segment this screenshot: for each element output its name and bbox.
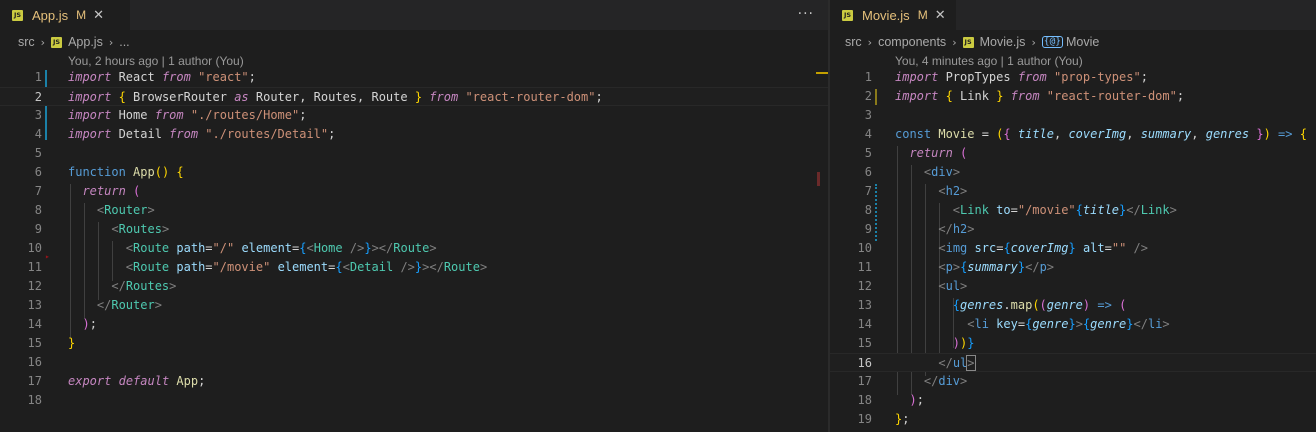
modified-badge: M: [917, 8, 928, 22]
breadcrumb-folder[interactable]: components: [878, 35, 946, 49]
breadcrumb-file[interactable]: Movie.js: [980, 35, 1026, 49]
breadcrumb-folder[interactable]: src: [18, 35, 35, 49]
breadcrumb-file[interactable]: App.js: [68, 35, 103, 49]
code-line[interactable]: 15 ))}: [830, 334, 1316, 353]
breadcrumb: src › JS App.js › ...: [0, 30, 828, 54]
code-line[interactable]: 6 <div>: [830, 163, 1316, 182]
code-line[interactable]: 16: [0, 353, 828, 372]
overview-ruler-marker: [816, 72, 828, 74]
symbol-variable-icon: {@}: [1041, 36, 1064, 48]
code-line[interactable]: 10 <Route path="/" element={<Home />}></…: [0, 239, 828, 258]
code-line[interactable]: 5: [0, 144, 828, 163]
overview-ruler-marker: [817, 172, 820, 186]
close-icon[interactable]: ✕: [935, 8, 946, 23]
more-actions-icon[interactable]: ···: [798, 6, 814, 22]
code-line[interactable]: 14 );: [0, 315, 828, 334]
tab-bar-right: JS Movie.js M ✕: [830, 0, 1316, 30]
code-line-current[interactable]: 16 </ul>: [830, 353, 1316, 372]
breadcrumb-more[interactable]: ...: [119, 35, 129, 49]
code-line[interactable]: 17 </div>: [830, 372, 1316, 391]
chevron-right-icon: ›: [1031, 35, 1036, 49]
chevron-right-icon: ›: [952, 35, 957, 49]
code-line[interactable]: 19};: [830, 410, 1316, 429]
code-line[interactable]: 5 return (: [830, 144, 1316, 163]
breadcrumb-folder[interactable]: src: [845, 35, 862, 49]
code-line[interactable]: 13 </Router>: [0, 296, 828, 315]
close-icon[interactable]: ✕: [93, 8, 104, 23]
breadcrumb: src › components › JS Movie.js › {@} Mov…: [830, 30, 1316, 54]
code-line[interactable]: 12 </Routes>: [0, 277, 828, 296]
code-line[interactable]: 12 <ul>: [830, 277, 1316, 296]
code-line[interactable]: 15}: [0, 334, 828, 353]
code-line[interactable]: 9 </h2>: [830, 220, 1316, 239]
tab-label: Movie.js: [862, 7, 910, 23]
code-line[interactable]: 10 <img src={coverImg} alt="" />: [830, 239, 1316, 258]
chevron-right-icon: ›: [40, 35, 46, 49]
code-line[interactable]: 11 <p>{summary}</p>: [830, 258, 1316, 277]
code-line[interactable]: 8 <Link to="/movie"{title}</Link>: [830, 201, 1316, 220]
code-line[interactable]: 4 import Detail from "./routes/Detail";: [0, 125, 828, 144]
code-line[interactable]: 7 return (: [0, 182, 828, 201]
chevron-right-icon: ›: [108, 35, 114, 49]
code-line[interactable]: 9 <Routes>: [0, 220, 828, 239]
code-line[interactable]: 4 const Movie = ({ title, coverImg, summa…: [830, 125, 1316, 144]
editor-right[interactable]: JS Movie.js M ✕ src › components › JS Mo…: [830, 0, 1316, 432]
tab-movie-js[interactable]: JS Movie.js M ✕: [830, 0, 956, 30]
code-line[interactable]: 3: [830, 106, 1316, 125]
code-line[interactable]: 8 <Router>: [0, 201, 828, 220]
code-line[interactable]: 7 <h2>: [830, 182, 1316, 201]
code-line-current[interactable]: 2 import { BrowserRouter as Router, Route…: [0, 87, 828, 106]
tab-app-js[interactable]: JS App.js M ✕: [0, 0, 130, 30]
chevron-right-icon: ›: [867, 35, 873, 49]
tab-bar-left: JS App.js M ✕ ···: [0, 0, 828, 30]
code-line[interactable]: 18 );: [830, 391, 1316, 410]
editor-left[interactable]: JS App.js M ✕ ··· src › JS App.js › ... …: [0, 0, 828, 432]
js-file-icon: JS: [12, 9, 23, 21]
code-line[interactable]: 3 import Home from "./routes/Home";: [0, 106, 828, 125]
breadcrumb-symbol[interactable]: Movie: [1066, 35, 1099, 49]
code-line[interactable]: 11 <Route path="/movie" element={<Detail…: [0, 258, 828, 277]
codelens-blame[interactable]: You, 2 hours ago | 1 author (You): [68, 54, 244, 68]
code-line[interactable]: 6 function App() {: [0, 163, 828, 182]
code-line[interactable]: 1 import React from "react";: [0, 68, 828, 87]
code-line[interactable]: 14 <li key={genre}>{genre}</li>: [830, 315, 1316, 334]
code-line[interactable]: 13 {genres.map((genre) => (: [830, 296, 1316, 315]
js-file-icon: JS: [962, 36, 974, 48]
modified-badge: M: [76, 8, 87, 22]
code-line[interactable]: 18: [0, 391, 828, 410]
js-file-icon: JS: [842, 9, 853, 21]
tab-label: App.js: [32, 7, 69, 23]
code-line[interactable]: 2 import { Link } from "react-router-dom"…: [830, 87, 1316, 106]
code-line[interactable]: 1 import PropTypes from "prop-types";: [830, 68, 1316, 87]
js-file-icon: JS: [51, 36, 63, 48]
codelens-blame[interactable]: You, 4 minutes ago | 1 author (You): [895, 54, 1083, 68]
code-line[interactable]: 17 export default App;: [0, 372, 828, 391]
